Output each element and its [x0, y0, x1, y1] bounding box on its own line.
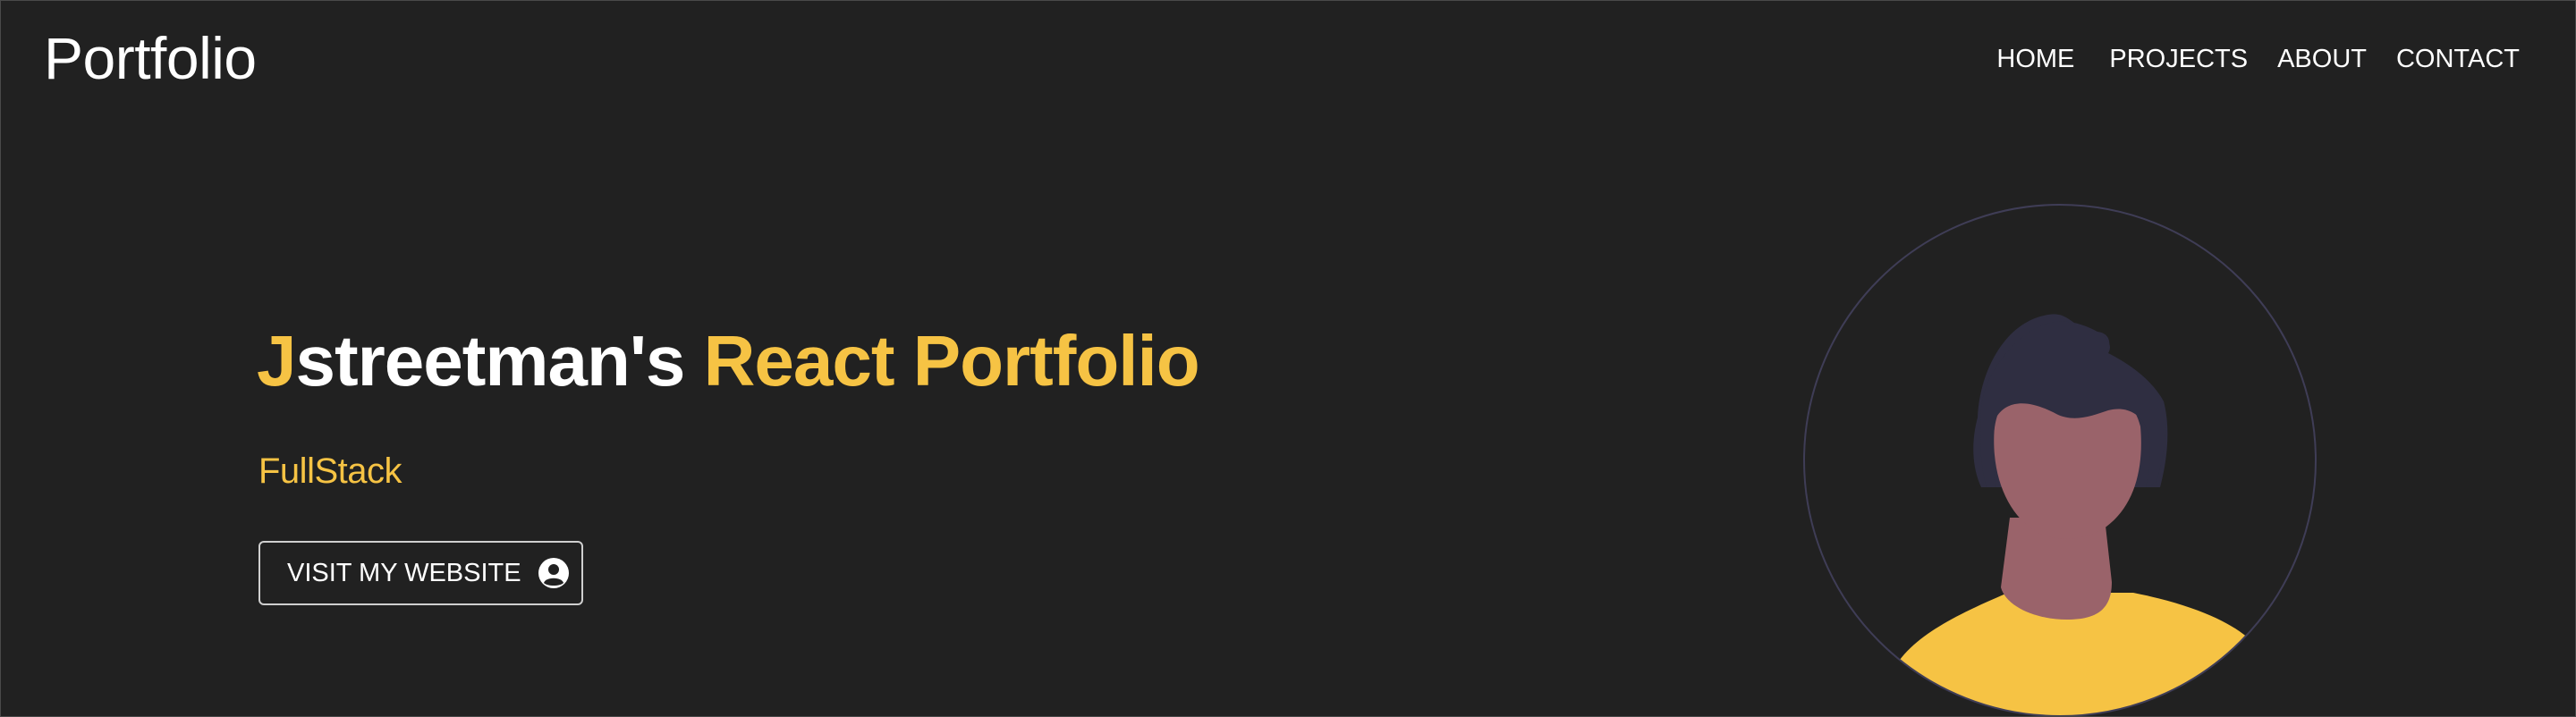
nav-contact-link[interactable]: CONTACT [2396, 44, 2520, 74]
hero-subtitle: FullStack [258, 451, 402, 491]
nav-projects-link[interactable]: PROJECTS [2109, 44, 2248, 74]
hero-title-initial: J [257, 321, 296, 401]
hero-title-accent: React Portfolio [703, 321, 1200, 401]
hero-title: Jstreetman's React Portfolio [257, 319, 1200, 403]
nav-home-link[interactable]: HOME [1996, 44, 2074, 74]
visit-website-button[interactable]: VISIT MY WEBSITE [258, 541, 583, 605]
user-circle-icon [538, 557, 570, 589]
brand-logo[interactable]: Portfolio [44, 24, 257, 92]
visit-website-label: VISIT MY WEBSITE [287, 558, 521, 587]
hero-title-name: streetman's [295, 321, 686, 401]
page-frame: Portfolio HOME PROJECTS ABOUT CONTACT Js… [0, 0, 2576, 717]
avatar-illustration [1802, 203, 2318, 716]
main-nav: HOME PROJECTS ABOUT CONTACT [1996, 44, 2520, 74]
nav-about-link[interactable]: ABOUT [2277, 44, 2367, 74]
